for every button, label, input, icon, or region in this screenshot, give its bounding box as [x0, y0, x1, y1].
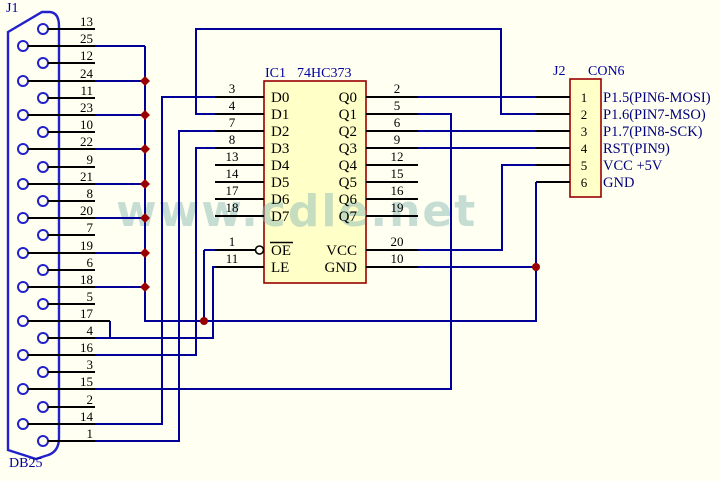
- ic1-pin-number: 9: [394, 132, 401, 147]
- j2-pin-label: P1.6(PIN7-MSO): [603, 107, 706, 123]
- ic1-pin-number: 10: [391, 251, 404, 266]
- db25-pin-number: 16: [80, 340, 94, 355]
- db25-pin-number: 7: [87, 220, 94, 235]
- db25-pin-number: 17: [80, 306, 94, 321]
- ic1-pin-number: 3: [229, 81, 236, 96]
- ic1-pin-number: 15: [391, 166, 404, 181]
- ic1-pin-number: 16: [391, 183, 405, 198]
- j2-pin-label: P1.5(PIN6-MOSI): [603, 90, 711, 106]
- ic1-pin-number: 5: [394, 98, 401, 113]
- ic1-refdes: IC1: [265, 66, 286, 81]
- ic1-pin-number: 7: [229, 115, 236, 130]
- db25-pin-number: 10: [80, 117, 93, 132]
- pin16-d3-wire: [95, 148, 215, 355]
- db25-pin-number: 21: [80, 169, 93, 184]
- oe-inversion-bubble: [256, 246, 264, 254]
- ic1-pin-name: Q3: [339, 141, 357, 157]
- ic1-pin-name: Q6: [339, 192, 358, 208]
- ic1-pin-number: 20: [391, 234, 404, 249]
- db25-pin-number: 19: [80, 238, 93, 253]
- j2-pin-label: P1.7(PIN8-SCK): [603, 124, 703, 140]
- ic1-pin-name: Q1: [339, 107, 357, 123]
- j2-pin-label: RST(PIN9): [603, 141, 670, 157]
- db25-pin-number: 5: [87, 289, 94, 304]
- schematic-page: www.cdle.net: [0, 0, 720, 481]
- ic1-pin-number: 8: [229, 132, 236, 147]
- ic1-pin-number: 2: [394, 81, 401, 96]
- db25-label: DB25: [9, 456, 42, 471]
- ic1-pin-number: 19: [391, 200, 404, 215]
- ic1-pin-name: D6: [271, 192, 290, 208]
- j2-pin-number: 1: [581, 90, 588, 105]
- ic1-pin-name: D7: [271, 209, 290, 225]
- ic1-left-pin-numbers: 3 4 7 8 13 14 17 18 1 11: [226, 81, 240, 266]
- ic1-pin-name-oe: OE: [271, 243, 291, 259]
- watermark-text: www.cdle.net: [116, 186, 477, 237]
- ic1-pin-name: VCC: [326, 243, 357, 259]
- j2-refdes: J2: [553, 64, 565, 79]
- ic1-pin-number: 18: [226, 200, 239, 215]
- ic1-pin-name: Q5: [339, 175, 357, 191]
- j2-pin-number: 6: [581, 175, 588, 190]
- db25-pin-number: 23: [80, 100, 93, 115]
- ic1-pin-number: 17: [226, 183, 240, 198]
- j2-pin-label: VCC +5V: [603, 158, 663, 174]
- ic1-pin-name: Q0: [339, 90, 357, 106]
- j2-pin-number: 5: [581, 158, 588, 173]
- j2-type: CON6: [588, 64, 625, 79]
- db25-pin-number: 9: [87, 152, 94, 167]
- db25-pin-circles: [18, 24, 48, 446]
- ic1-pin-name: GND: [325, 260, 358, 276]
- j2-pin-number: 4: [581, 141, 588, 156]
- db25-pin-number: 6: [87, 255, 94, 270]
- db25-pin-number: 4: [87, 323, 94, 338]
- ic1-pin-number: 13: [226, 149, 239, 164]
- ic1-right-pin-numbers: 2 5 6 9 12 15 16 19 20 10: [391, 81, 405, 266]
- ic1-pin-number: 11: [226, 251, 239, 266]
- db25-pin-number: 22: [80, 134, 93, 149]
- j2-pin-number: 2: [581, 107, 588, 122]
- j2-pin-label: GND: [603, 175, 634, 191]
- db25-pin-number: 11: [80, 83, 93, 98]
- ic1-pin-name: LE: [271, 260, 289, 276]
- ic1-pin-name: Q4: [339, 158, 358, 174]
- db25-pin-number: 15: [80, 374, 93, 389]
- ic1-pin-name: D5: [271, 175, 289, 191]
- ic1-pin-number: 1: [229, 234, 236, 249]
- ic1-pin-number: 12: [391, 149, 404, 164]
- schematic-drawing: www.cdle.net: [0, 0, 720, 481]
- ic1-pin-name: D1: [271, 107, 289, 123]
- db25-pin-number: 1: [87, 426, 94, 441]
- ic1-pin-number: 6: [394, 115, 401, 130]
- db25-pin-number: 20: [80, 203, 93, 218]
- ic1-pin-name: D4: [271, 158, 290, 174]
- ic1-left-stubs: [215, 97, 264, 267]
- ic1-pin-name: Q2: [339, 124, 357, 140]
- ic1-part: 74HC373: [297, 66, 351, 81]
- j2-stubs: [536, 97, 570, 182]
- ic1-pin-name: D2: [271, 124, 289, 140]
- ic1-pin-name: Q7: [339, 209, 358, 225]
- db25-pin-number: 8: [87, 186, 94, 201]
- j1-refdes: J1: [6, 1, 18, 16]
- ic1-pin-number: 4: [229, 98, 236, 113]
- db25-pin-number: 2: [87, 392, 94, 407]
- ic1-pin-name: D0: [271, 90, 289, 106]
- db25-pin-number: 13: [80, 14, 93, 29]
- ic1-pin-name: D3: [271, 141, 289, 157]
- db25-pin-number: 25: [80, 31, 93, 46]
- ic1-pin-number: 14: [226, 166, 240, 181]
- j2-pin-labels: P1.5(PIN6-MOSI) P1.6(PIN7-MSO) P1.7(PIN8…: [603, 90, 711, 191]
- db25-pin-number: 3: [87, 357, 94, 372]
- db25-pin-numbers: 13 25 12 24 11 23 10 22 9 21 8 20 7 19 6…: [80, 14, 94, 441]
- db25-pin-number: 14: [80, 409, 94, 424]
- db25-pin-number: 12: [80, 48, 93, 63]
- db25-pin-number: 18: [80, 272, 93, 287]
- j2-pin-number: 3: [581, 124, 588, 139]
- db25-pin-number: 24: [80, 66, 94, 81]
